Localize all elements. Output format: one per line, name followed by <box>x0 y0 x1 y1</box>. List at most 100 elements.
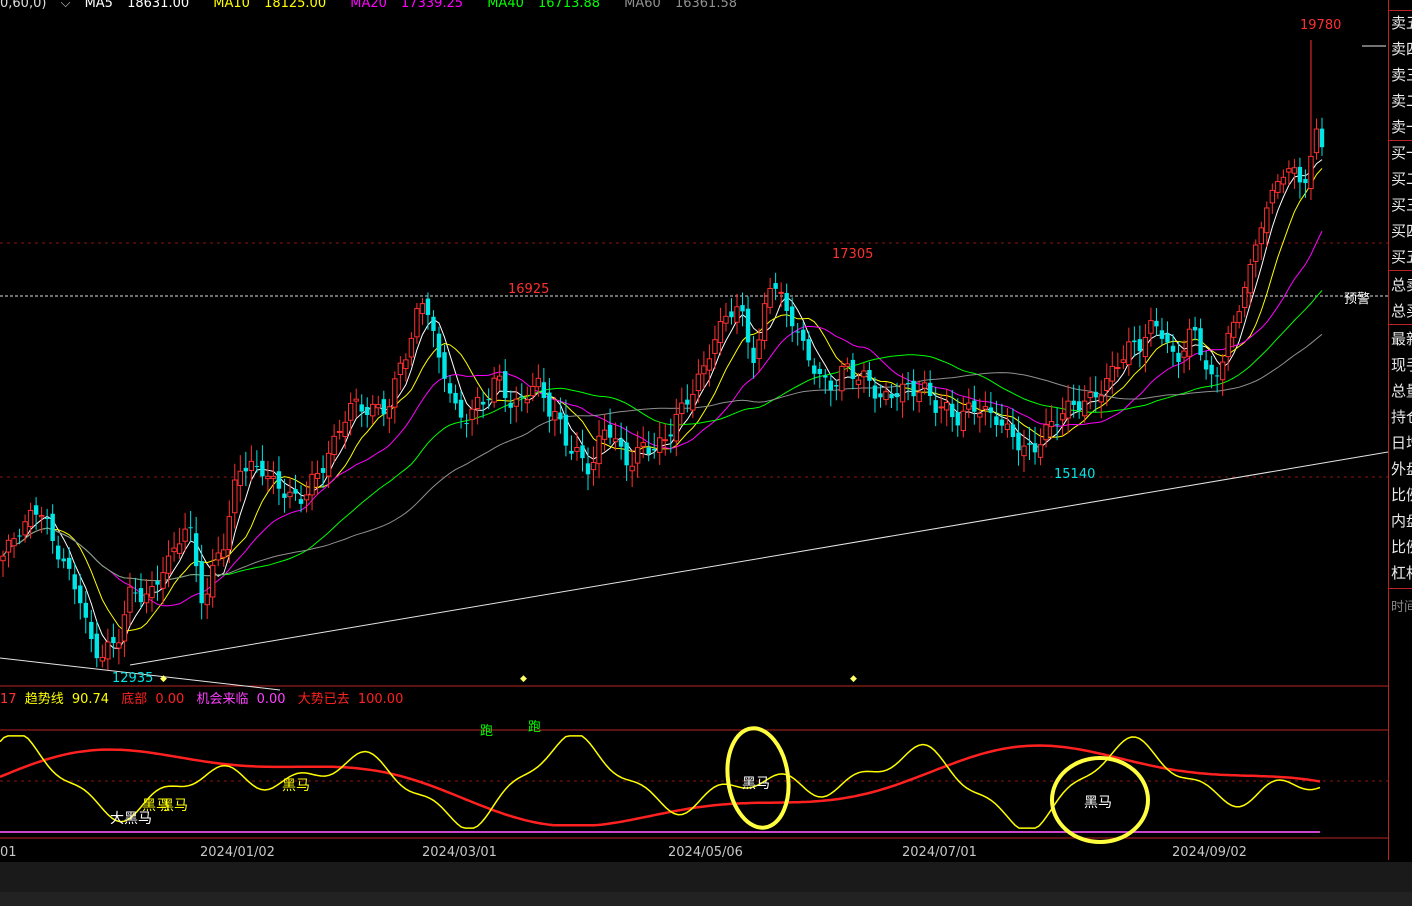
candle-up <box>5 539 12 553</box>
price-label-16925: 16925 <box>508 282 549 297</box>
candle-down <box>894 393 900 398</box>
candle-up <box>127 586 133 613</box>
candle-up <box>215 552 221 561</box>
candle-down <box>817 368 822 374</box>
candle-down <box>812 365 817 374</box>
candle-up <box>1065 400 1071 419</box>
candle-down <box>359 404 364 412</box>
candle-down <box>193 533 199 567</box>
candle-up <box>701 365 707 375</box>
candle-down <box>569 450 574 454</box>
candle-up <box>1230 321 1237 338</box>
candle-up <box>38 514 45 518</box>
candle-down <box>823 375 828 378</box>
candle-up <box>121 614 128 642</box>
candle-up <box>1308 155 1314 190</box>
sidebar-item-time: 时间 <box>1391 600 1412 615</box>
candle-down <box>1054 424 1060 426</box>
indicator-legend: 17 趋势线 90.74 底部 0.00 机会来临 0.00 大势已去 100.… <box>0 688 411 707</box>
candle-down <box>1209 364 1214 375</box>
candle-down <box>972 400 977 412</box>
candle-down <box>111 637 116 644</box>
candlesticks <box>0 40 1325 670</box>
candle-up <box>11 538 17 547</box>
candle-up <box>270 475 277 479</box>
candle-down <box>889 393 894 399</box>
candle-down <box>652 448 657 451</box>
x-tick-label: 2024/03/01 <box>422 845 497 860</box>
sidebar-item-daily-change: 日增 <box>1391 434 1412 452</box>
candle-up <box>1181 350 1187 358</box>
candle-down <box>1076 401 1082 411</box>
candle-up <box>1242 286 1248 309</box>
candle-up <box>1186 328 1193 357</box>
candle-down <box>1010 424 1016 437</box>
candle-up <box>535 377 542 388</box>
legend-ma20: MA20 17339.25 <box>350 0 464 11</box>
sidebar-item-sell2: 卖二 <box>1391 92 1412 110</box>
candle-down <box>365 406 370 416</box>
candle-up <box>309 473 315 496</box>
candle-up <box>844 363 851 367</box>
candle-up <box>171 547 177 553</box>
candle-down <box>541 382 547 398</box>
candle-up <box>397 362 404 376</box>
candle-down <box>624 442 629 466</box>
candle-down <box>607 424 613 438</box>
candle-down <box>199 561 204 604</box>
indicator-base-line <box>0 744 1321 827</box>
candle-up <box>695 373 702 392</box>
candle-down <box>72 574 77 590</box>
signal-dark-horse: 黑马 <box>160 798 188 814</box>
candle-up <box>176 543 183 554</box>
legend-bottom: 底部 0.00 <box>121 692 185 707</box>
signal-dark-horse: 黑马 <box>742 776 770 792</box>
candle-up <box>977 413 983 418</box>
candle-down <box>425 298 431 316</box>
candle-up <box>210 564 216 598</box>
candle-up <box>1291 167 1298 174</box>
candle-up <box>265 475 271 480</box>
candle-down <box>867 370 872 381</box>
candle-down <box>503 371 508 398</box>
candle-down <box>1170 345 1176 352</box>
candle-up <box>1264 207 1270 234</box>
ma-line-ma40 <box>2 290 1323 582</box>
legend-ma60: MA60 16361.58 <box>624 0 737 11</box>
candle-up <box>590 461 597 471</box>
candle-down <box>89 621 94 640</box>
status-strip <box>0 892 1412 906</box>
candle-down <box>927 382 933 397</box>
candle-down <box>188 527 193 529</box>
candle-up <box>1275 181 1281 193</box>
ma-line-ma20 <box>2 230 1323 607</box>
candle-up <box>1104 378 1110 391</box>
candle-down <box>872 385 878 399</box>
marker-diamond: ◆ <box>160 674 167 684</box>
candle-up <box>342 421 348 438</box>
candle-down <box>933 400 938 413</box>
sidebar-item-inner-volume: 内盘 <box>1391 512 1412 530</box>
status-bar <box>0 862 1412 906</box>
quote-panel: 卖五 卖四 卖三 卖二 卖一 买一 买二 买三 买四 买五 总卖 总买 最新 现… <box>1388 0 1412 860</box>
candle-down <box>745 308 751 343</box>
candle-up <box>1286 168 1292 173</box>
candle-down <box>1303 178 1308 184</box>
candle-down <box>480 401 486 405</box>
candle-down <box>155 581 160 585</box>
sidebar-item-ratio: 比例 <box>1391 486 1412 504</box>
legend-trend-gone: 大势已去 100.00 <box>297 692 404 707</box>
chevron-down-icon[interactable]: ⌵ <box>61 0 71 11</box>
candle-up <box>469 408 475 421</box>
candle-up <box>403 359 409 370</box>
kline-chart: 19780 17305 16925 15140 12935 预警 ◆ ◆ ◆ 大… <box>0 0 1412 906</box>
candle-down <box>94 633 100 659</box>
candle-up <box>165 555 172 574</box>
candle-down <box>447 383 453 394</box>
indicator-legend-prefix: 17 <box>0 692 17 707</box>
candle-up <box>1048 421 1055 428</box>
candle-up <box>855 379 862 385</box>
candle-up <box>982 406 989 410</box>
candle-down <box>458 399 464 418</box>
candle-down <box>519 396 524 398</box>
